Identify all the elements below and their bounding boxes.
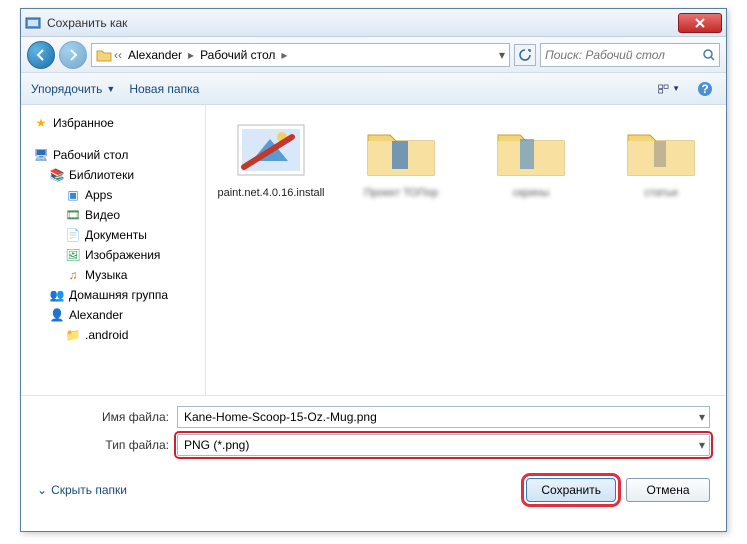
documents-icon: 📄 [65, 227, 81, 243]
filename-label: Имя файла: [37, 410, 177, 424]
tree-android[interactable]: 📁.android [25, 325, 201, 345]
search-icon [702, 48, 716, 62]
dropdown-icon[interactable]: ▾ [499, 48, 505, 62]
chevron-down-icon: ▼ [106, 84, 115, 94]
organize-menu[interactable]: Упорядочить ▼ [31, 82, 115, 96]
chevron-down-icon[interactable]: ▾ [699, 438, 705, 452]
app-icon [25, 15, 41, 31]
filename-input[interactable]: Kane-Home-Scoop-15-Oz.-Mug.png ▾ [177, 406, 710, 428]
file-item[interactable]: paint.net.4.0.16.install [216, 119, 326, 199]
chevron-down-icon[interactable]: ▾ [699, 410, 705, 424]
video-icon: 🎞 [65, 207, 81, 223]
desktop-icon: 🖥 [33, 147, 49, 163]
toolbar: Упорядочить ▼ Новая папка ▼ ? [21, 73, 726, 105]
folder-item[interactable]: статьи [606, 119, 716, 199]
search-input[interactable] [545, 48, 702, 62]
file-list: paint.net.4.0.16.install Проект ТОПор ск… [206, 105, 726, 395]
tree-favorites[interactable]: ★Избранное [25, 113, 201, 133]
forward-button[interactable] [59, 41, 87, 69]
music-icon: ♫ [65, 267, 81, 283]
breadcrumb-item[interactable]: Alexander [124, 46, 186, 64]
dialog-body: ★Избранное 🖥Рабочий стол 📚Библиотеки ▣Ap… [21, 105, 726, 395]
filename-panel: Имя файла: Kane-Home-Scoop-15-Oz.-Mug.pn… [21, 395, 726, 466]
address-bar[interactable]: ‹‹ Alexander ▸ Рабочий стол ▸ ▾ [91, 43, 510, 67]
folder-icon: 📁 [65, 327, 81, 343]
tree-libraries[interactable]: 📚Библиотеки [25, 165, 201, 185]
star-icon: ★ [33, 115, 49, 131]
help-button[interactable]: ? [694, 78, 716, 100]
chevron-right-icon: ‹‹ [114, 48, 122, 62]
search-box[interactable] [540, 43, 720, 67]
save-dialog: Сохранить как ‹‹ Alexander ▸ Рабочий сто… [20, 8, 727, 532]
close-button[interactable] [678, 13, 722, 33]
view-options-button[interactable]: ▼ [658, 78, 680, 100]
tree-documents[interactable]: 📄Документы [25, 225, 201, 245]
back-button[interactable] [27, 41, 55, 69]
pictures-icon: 🖼 [65, 247, 81, 263]
filetype-dropdown[interactable]: PNG (*.png) ▾ [177, 434, 710, 456]
folder-icon [96, 48, 112, 62]
tree-user[interactable]: 👤Alexander [25, 305, 201, 325]
tree-video[interactable]: 🎞Видео [25, 205, 201, 225]
chevron-right-icon: ▸ [188, 48, 194, 62]
new-folder-button[interactable]: Новая папка [129, 82, 199, 96]
titlebar: Сохранить как [21, 9, 726, 37]
folder-label: Проект ТОПор [346, 187, 456, 199]
folder-item[interactable]: скрины [476, 119, 586, 199]
cancel-button[interactable]: Отмена [626, 478, 710, 502]
file-label: paint.net.4.0.16.install [216, 187, 326, 199]
folder-thumbnail [362, 119, 440, 181]
navigation-bar: ‹‹ Alexander ▸ Рабочий стол ▸ ▾ [21, 37, 726, 73]
apps-icon: ▣ [65, 187, 81, 203]
save-button[interactable]: Сохранить [526, 478, 616, 502]
libraries-icon: 📚 [49, 167, 65, 183]
user-icon: 👤 [49, 307, 65, 323]
folder-label: скрины [476, 187, 586, 199]
folder-item[interactable]: Проект ТОПор [346, 119, 456, 199]
tree-apps[interactable]: ▣Apps [25, 185, 201, 205]
dialog-footer: ⌄ Скрыть папки Сохранить Отмена [21, 466, 726, 514]
svg-text:?: ? [701, 82, 708, 96]
tree-homegroup[interactable]: 👥Домашняя группа [25, 285, 201, 305]
chevron-down-icon: ⌄ [37, 483, 47, 497]
folder-label: статьи [606, 187, 716, 199]
hide-folders-toggle[interactable]: ⌄ Скрыть папки [37, 483, 127, 497]
homegroup-icon: 👥 [49, 287, 65, 303]
window-title: Сохранить как [47, 16, 678, 30]
filetype-label: Тип файла: [37, 438, 177, 452]
tree-desktop[interactable]: 🖥Рабочий стол [25, 145, 201, 165]
folder-thumbnail [622, 119, 700, 181]
chevron-right-icon: ▸ [281, 48, 287, 62]
refresh-button[interactable] [514, 44, 536, 66]
folder-thumbnail [492, 119, 570, 181]
navigation-tree: ★Избранное 🖥Рабочий стол 📚Библиотеки ▣Ap… [21, 105, 206, 395]
tree-music[interactable]: ♫Музыка [25, 265, 201, 285]
breadcrumb-item[interactable]: Рабочий стол [196, 46, 279, 64]
image-thumbnail [232, 119, 310, 181]
tree-pictures[interactable]: 🖼Изображения [25, 245, 201, 265]
